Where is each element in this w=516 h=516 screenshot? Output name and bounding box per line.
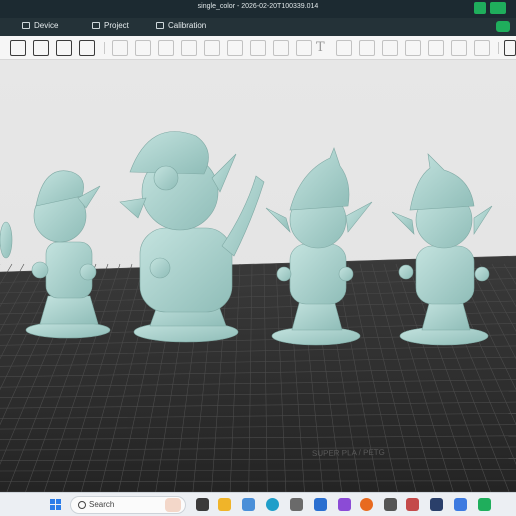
app-icon-blue[interactable] (314, 498, 327, 511)
calculator-icon[interactable] (384, 498, 397, 511)
arrange-icon[interactable] (79, 40, 95, 56)
mesh-boolean-icon[interactable] (250, 40, 266, 56)
file-explorer-icon[interactable] (218, 498, 231, 511)
add-plate-icon[interactable] (33, 40, 49, 56)
support-paint-icon[interactable] (273, 40, 289, 56)
paint-icon[interactable] (474, 40, 490, 56)
measure-icon[interactable] (382, 40, 398, 56)
monitor-icon (22, 22, 30, 29)
menu-calibration[interactable]: Calibration (156, 21, 206, 30)
toolbar: T (0, 36, 516, 60)
rotate-icon[interactable] (158, 40, 174, 56)
toolbar-divider (104, 42, 105, 54)
start-icon[interactable] (50, 499, 61, 510)
assembly-view-icon[interactable] (359, 40, 375, 56)
split-objects-icon[interactable] (405, 40, 421, 56)
menu-project[interactable]: Project (92, 21, 129, 30)
lay-on-face-icon[interactable] (204, 40, 220, 56)
bambu-studio-icon[interactable] (478, 498, 491, 511)
taskbar: Search (0, 492, 516, 516)
search-highlight-icon (165, 498, 181, 512)
svg-tool-icon[interactable] (336, 40, 352, 56)
menu-bar: Device Project Calibration (0, 18, 516, 36)
app-icon-purple[interactable] (338, 498, 351, 511)
window-control-icon[interactable] (490, 2, 506, 14)
firefox-icon[interactable] (360, 498, 373, 511)
toolbar-divider (498, 42, 499, 54)
window-title: single_color - 2026-02-20T100339.014 (197, 3, 319, 10)
move-icon[interactable] (135, 40, 151, 56)
search-icon (78, 501, 86, 509)
menu-project-label: Project (104, 21, 129, 30)
photos-icon[interactable] (454, 498, 467, 511)
variable-layer-icon[interactable] (451, 40, 467, 56)
seam-paint-icon[interactable] (296, 40, 312, 56)
more-tools-icon[interactable] (504, 40, 516, 56)
split-parts-icon[interactable] (428, 40, 444, 56)
gear-icon (156, 22, 164, 29)
plate-label: SUPER PLA / PETG (312, 448, 385, 458)
menu-device[interactable]: Device (22, 21, 58, 30)
taskbar-search-input[interactable]: Search (70, 496, 186, 514)
scale-icon[interactable] (181, 40, 197, 56)
edge-browser-icon[interactable] (266, 498, 279, 511)
cut-icon[interactable] (227, 40, 243, 56)
sync-button[interactable] (496, 21, 510, 32)
add-object-icon[interactable] (10, 40, 26, 56)
3d-viewport[interactable]: SUPER PLA / PETG (0, 60, 516, 492)
app-badge-icon[interactable] (474, 2, 486, 14)
photoshop-icon[interactable] (430, 498, 443, 511)
app-icon-red[interactable] (406, 498, 419, 511)
folder-icon (92, 22, 100, 29)
title-bar: single_color - 2026-02-20T100339.014 (0, 0, 516, 18)
search-placeholder: Search (89, 500, 115, 509)
layout-icon[interactable] (112, 40, 128, 56)
text-tool-icon[interactable]: T (316, 40, 325, 55)
store-icon[interactable] (290, 498, 303, 511)
auto-orient-icon[interactable] (56, 40, 72, 56)
menu-calibration-label: Calibration (168, 21, 207, 30)
menu-device-label: Device (34, 21, 59, 30)
mail-icon[interactable] (242, 498, 255, 511)
task-view-icon[interactable] (196, 498, 209, 511)
scene-canvas: SUPER PLA / PETG (0, 131, 516, 492)
